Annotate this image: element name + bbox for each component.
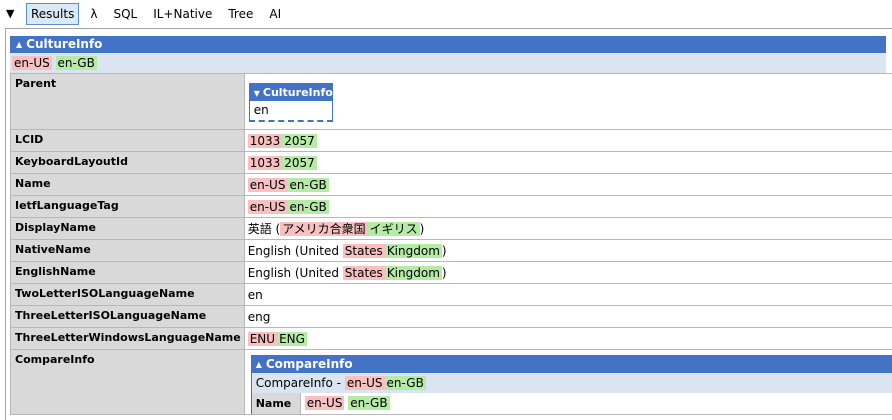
key-ietf: IetfLanguageTag [11,196,245,218]
row-three-letter: ThreeLetterISOLanguageName eng [11,306,892,328]
row-three-letter-windows: ThreeLetterWindowsLanguageName ENUENG [11,328,892,350]
root-object-header[interactable]: ▲ CultureInfo [10,36,886,53]
key-native-name: NativeName [11,240,245,262]
tab-lambda[interactable]: λ [85,4,102,24]
key-english-name: EnglishName [11,262,245,284]
parent-type-name: CultureInfo [263,86,333,99]
compare-info-subtitle: CompareInfo - en-USen-GB [252,373,892,393]
native-suffix: ) [442,244,447,258]
tab-sql[interactable]: SQL [108,4,142,24]
name-old: en-US [248,178,288,192]
collapse-toggle-icon[interactable]: ▼ [6,7,20,20]
row-two-letter: TwoLetterISOLanguageName en [11,284,892,306]
row-compare-info: CompareInfo ▲ CompareInfo CompareInfo - e… [11,350,892,415]
compare-subtitle-old: en-US [345,376,385,390]
keyboard-new: 2057 [282,156,317,170]
parent-value: en [250,101,332,120]
tab-ai[interactable]: AI [264,4,286,24]
parent-culture-box[interactable]: ▼CultureInfo en [249,83,333,122]
native-prefix: English (United [248,244,343,258]
tab-results[interactable]: Results [26,3,79,25]
english-suffix: ) [442,266,447,280]
compare-name-old: en-US [305,396,345,410]
row-display-name: DisplayName 英語 (アメリカ合衆国イギリス) [11,218,892,240]
key-display-name: DisplayName [11,218,245,240]
row-ietf: IetfLanguageTag en-USen-GB [11,196,892,218]
lcid-new: 2057 [282,134,317,148]
key-three-letter: ThreeLetterISOLanguageName [11,306,245,328]
root-type-name: CultureInfo [26,37,102,51]
english-new: Kingdom [385,266,442,280]
toolbar: ▼ Results λ SQL IL+Native Tree AI [0,0,892,27]
row-keyboard: KeyboardLayoutId 10332057 [11,152,892,174]
threewin-new: ENG [277,332,307,346]
native-new: Kingdom [385,244,442,258]
threewin-old: ENU [248,332,277,346]
compare-name-new: en-GB [348,396,389,410]
root-subtitle-old: en-US [12,56,52,70]
english-prefix: English (United [248,266,343,280]
root-subtitle: en-US en-GB [10,53,886,73]
compare-subtitle-new: en-GB [385,376,426,390]
display-prefix: 英語 ( [248,222,281,236]
lcid-old: 1033 [248,134,283,148]
keyboard-old: 1033 [248,156,283,170]
compare-info-header[interactable]: ▲ CompareInfo [252,356,892,373]
compare-name-key: Name [252,393,301,414]
row-lcid: LCID 10332057 [11,130,892,152]
expand-triangle-icon: ▼ [254,89,260,98]
display-old: アメリカ合衆国 [280,222,367,236]
display-new: イギリス [368,222,420,236]
ietf-new: en-GB [287,200,328,214]
key-keyboard: KeyboardLayoutId [11,152,245,174]
three-letter-value: eng [244,306,892,328]
tab-il-native[interactable]: IL+Native [148,4,217,24]
two-letter-value: en [244,284,892,306]
compare-subtitle-prefix: CompareInfo - [256,376,345,390]
display-suffix: ) [420,222,425,236]
collapse-triangle-icon: ▲ [256,360,262,369]
compare-type-name: CompareInfo [266,357,353,371]
key-two-letter: TwoLetterISOLanguageName [11,284,245,306]
key-name: Name [11,174,245,196]
compare-info-box: ▲CompareInfo CompareInfo - en-USen-GB Na… [251,355,892,414]
key-parent: Parent [11,74,245,130]
collapse-triangle-icon: ▲ [16,40,22,49]
row-english-name: EnglishName English (United StatesKingdo… [11,262,892,284]
name-new: en-GB [287,178,328,192]
tab-tree[interactable]: Tree [223,4,258,24]
property-table: Parent ▼CultureInfo en LCID 10332057 Key… [10,73,892,415]
row-parent: Parent ▼CultureInfo en [11,74,892,130]
row-native-name: NativeName English (United StatesKingdom… [11,240,892,262]
ietf-old: en-US [248,200,288,214]
english-old: States [343,266,385,280]
compare-name-row: Name en-US en-GB [252,393,892,414]
native-old: States [343,244,385,258]
root-subtitle-new: en-GB [56,56,97,70]
key-compare-info: CompareInfo [11,350,245,415]
key-lcid: LCID [11,130,245,152]
row-name: Name en-USen-GB [11,174,892,196]
key-three-letter-windows: ThreeLetterWindowsLanguageName [11,328,245,350]
